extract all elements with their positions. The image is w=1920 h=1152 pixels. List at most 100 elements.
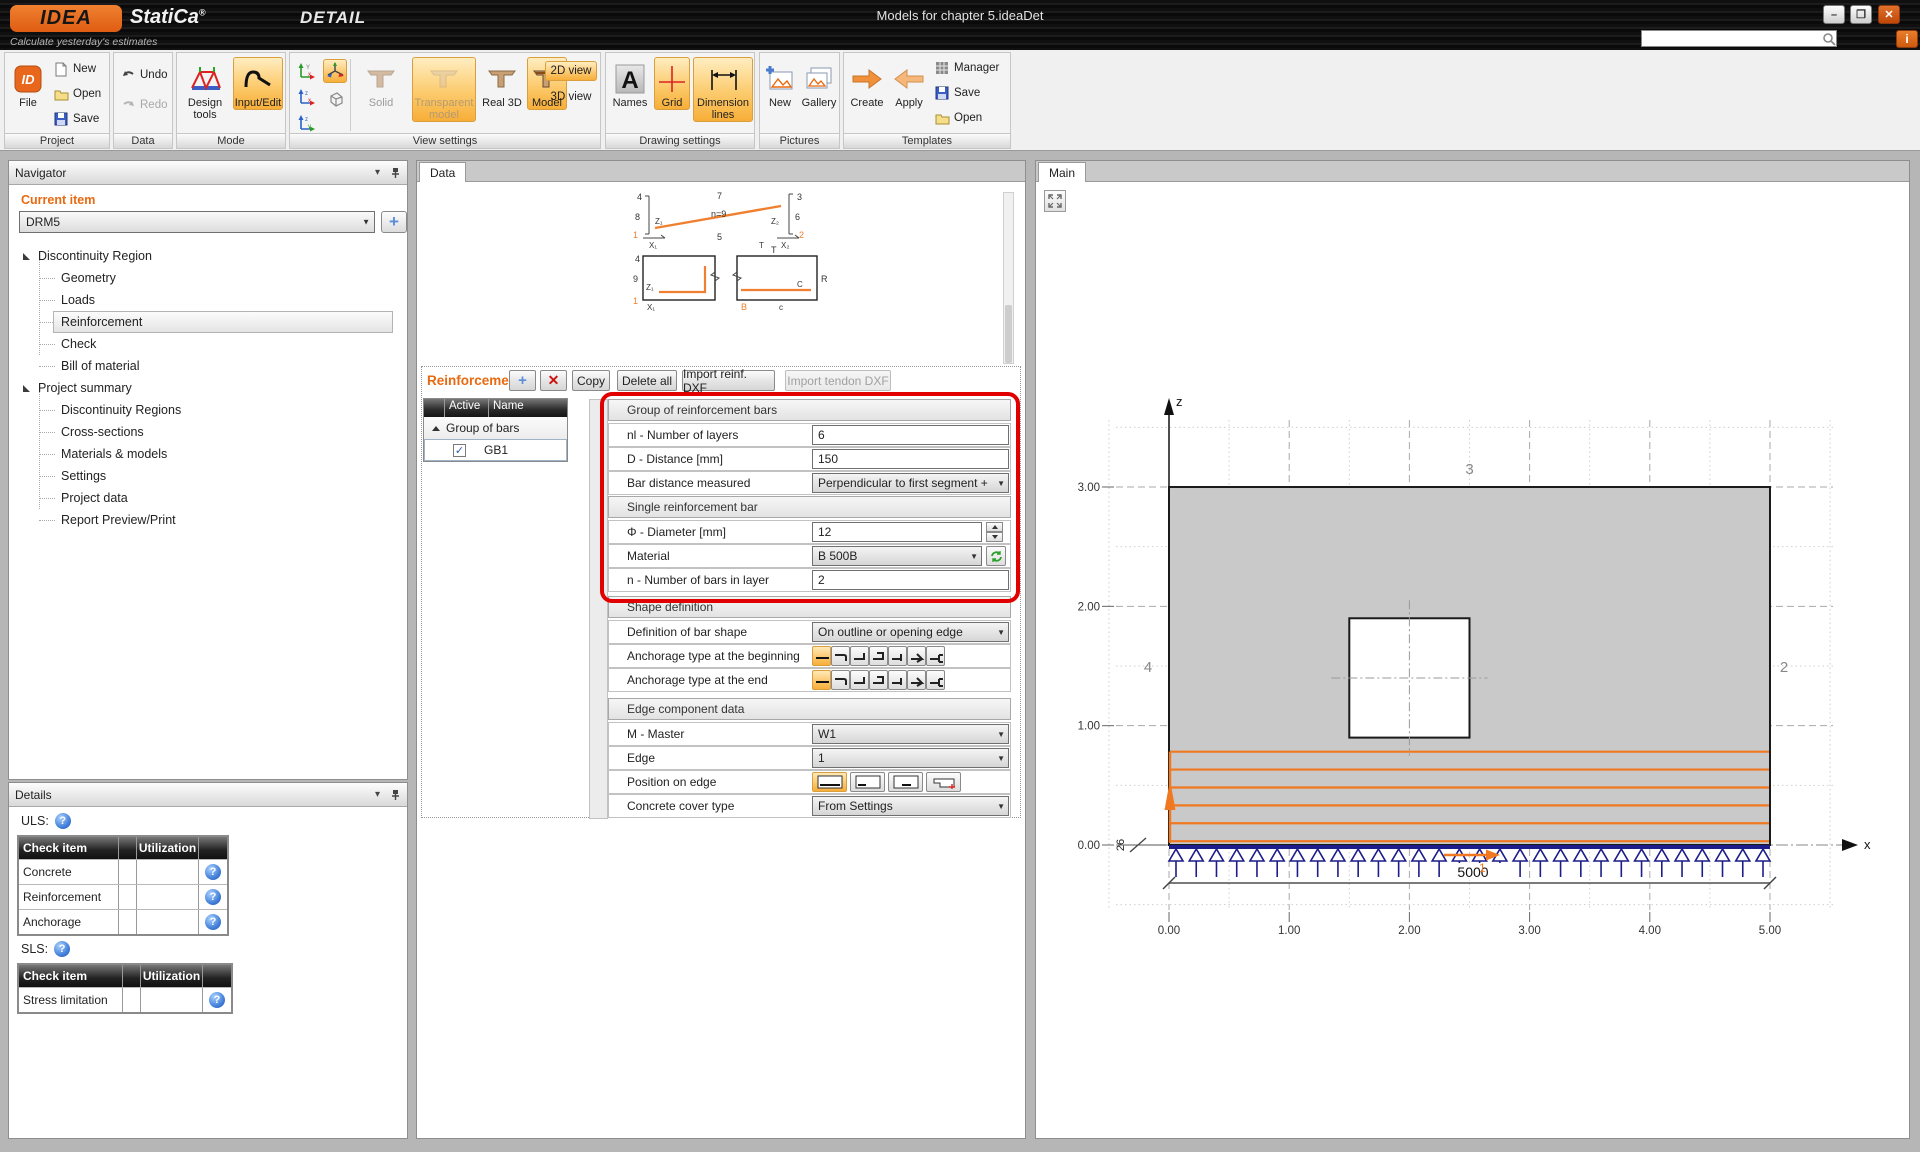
material-edit-button[interactable] [986,546,1006,566]
tree-item-project-summary[interactable]: Project summary [9,377,407,399]
help-icon[interactable]: ? [205,864,221,880]
tree-caret-icon[interactable] [23,385,30,392]
template-open-button[interactable]: Open [934,110,982,126]
template-save-button[interactable]: Save [934,85,980,101]
anchorage-type-icon-1[interactable] [812,646,831,666]
scrollbar-thumb[interactable] [1005,305,1012,363]
grid-button[interactable]: Grid [654,57,690,110]
view-xy-icon[interactable]: Yx [295,59,319,83]
tree-item-report-preview-print[interactable]: Report Preview/Print [9,509,407,531]
view-2d-button[interactable]: 2D view [545,61,597,81]
tree-item-geometry[interactable]: Geometry [9,267,407,289]
perspective-cube-icon[interactable] [323,87,347,111]
anchorage-type-icon-5[interactable] [888,670,907,690]
tree-item-materials-models[interactable]: Materials & models [9,443,407,465]
picture-new-button[interactable]: New [762,57,798,110]
tree-item-bill-of-material[interactable]: Bill of material [9,355,407,377]
help-icon[interactable]: ? [205,889,221,905]
cover-type-select[interactable]: From Settings▼ [812,796,1009,816]
nl-input[interactable]: 6 [812,425,1009,445]
undo-button[interactable]: Undo [120,67,168,83]
axonometry-view-icon[interactable] [323,59,347,83]
import-reinf-dxf-button[interactable]: Import reinf. DXF [682,370,775,391]
add-region-button[interactable]: + [381,211,407,233]
view-yz-icon[interactable]: zy [295,111,319,135]
search-box[interactable] [1641,30,1837,47]
copy-button[interactable]: Copy [572,370,610,391]
save-button[interactable]: Save [53,111,99,127]
close-button[interactable]: ✕ [1878,5,1900,24]
file-button[interactable]: ID File [9,57,47,110]
new-button[interactable]: New [53,61,96,77]
bar-shape-select[interactable]: On outline or opening edge▼ [812,622,1009,642]
delete-all-button[interactable]: Delete all [617,370,677,391]
collapse-caret-icon[interactable] [432,426,440,431]
help-icon[interactable]: ? [55,813,71,829]
info-button[interactable]: i [1896,30,1918,48]
collapse-chevron-icon[interactable]: ▾ [375,789,380,800]
tree-item-reinforcement[interactable]: Reinforcement [9,311,407,333]
anchorage-type-icon-7[interactable] [926,646,945,666]
minimize-button[interactable]: – [1823,5,1845,24]
anchorage-type-icon-5[interactable] [888,646,907,666]
help-icon[interactable]: ? [209,992,225,1008]
anchorage-type-icon-3[interactable] [850,670,869,690]
anchorage-type-icon-7[interactable] [926,670,945,690]
current-item-select[interactable]: DRM5 ▼ [19,211,375,233]
search-input[interactable] [1642,33,1822,45]
transparent-model-button[interactable]: Transparent model [412,57,476,122]
create-template-button[interactable]: Create [847,57,887,110]
tab-main[interactable]: Main [1038,162,1086,182]
import-tendon-dxf-button[interactable]: Import tendon DXF [785,370,891,391]
anchorage-type-icon-6[interactable] [907,646,926,666]
spin-down-icon[interactable] [986,532,1003,542]
maximize-button[interactable]: ❒ [1850,5,1872,24]
spin-up-icon[interactable] [986,522,1003,532]
bar-distance-select[interactable]: Perpendicular to first segment +▼ [812,473,1009,493]
input-edit-button[interactable]: Input/Edit [233,57,283,110]
fit-view-button[interactable] [1044,190,1066,212]
real-3d-button[interactable]: Real 3D [480,57,524,110]
group-of-bars-row[interactable]: Group of bars [424,417,567,439]
active-checkbox[interactable]: ✓ [453,444,466,457]
tree-item-discontinuity-region[interactable]: Discontinuity Region [9,245,407,267]
solid-view-button[interactable]: Solid [354,57,408,110]
anchorage-type-icon-6[interactable] [907,670,926,690]
model-drawing[interactable]: xz50001260.001.002.003.000.001.002.003.0… [1036,182,1909,1137]
position-middle-icon[interactable] [888,772,923,792]
gallery-button[interactable]: Gallery [800,57,838,110]
master-select[interactable]: W1▼ [812,724,1009,744]
dimension-lines-button[interactable]: Dimension lines [693,57,753,122]
anchorage-type-icon-2[interactable] [831,646,850,666]
view-xz-icon[interactable]: zx [295,85,319,109]
help-icon[interactable]: ? [205,914,221,930]
tree-caret-icon[interactable] [23,253,30,260]
add-reinforcement-button[interactable]: + [509,370,536,391]
anchorage-type-icon-3[interactable] [850,646,869,666]
collapse-chevron-icon[interactable]: ▾ [375,167,380,178]
redo-button[interactable]: Redo [120,97,168,113]
tree-item-loads[interactable]: Loads [9,289,407,311]
gb1-row[interactable]: ✓ GB1 [424,439,567,461]
position-inner-icon[interactable] [812,772,847,792]
view-3d-button[interactable]: 3D view [545,87,597,107]
pin-icon[interactable] [390,789,401,801]
names-button[interactable]: A Names [609,57,651,110]
apply-template-button[interactable]: Apply [890,57,928,110]
diameter-input[interactable]: 12 [812,522,982,542]
help-icon[interactable]: ? [54,941,70,957]
anchorage-type-icon-4[interactable] [869,670,888,690]
tab-data[interactable]: Data [419,162,466,182]
design-tools-button[interactable]: Design tools [180,57,230,122]
thumbnail-scrollbar[interactable] [1003,192,1014,364]
tree-item-project-data[interactable]: Project data [9,487,407,509]
tree-item-discontinuity-regions[interactable]: Discontinuity Regions [9,399,407,421]
material-select[interactable]: B 500B▼ [812,546,982,566]
tree-item-check[interactable]: Check [9,333,407,355]
open-button[interactable]: Open [53,86,101,102]
edge-select[interactable]: 1▼ [812,748,1009,768]
delete-reinforcement-button[interactable]: ✕ [540,370,567,391]
anchorage-type-icon-1[interactable] [812,670,831,690]
position-custom-icon[interactable] [926,772,961,792]
anchorage-type-icon-4[interactable] [869,646,888,666]
